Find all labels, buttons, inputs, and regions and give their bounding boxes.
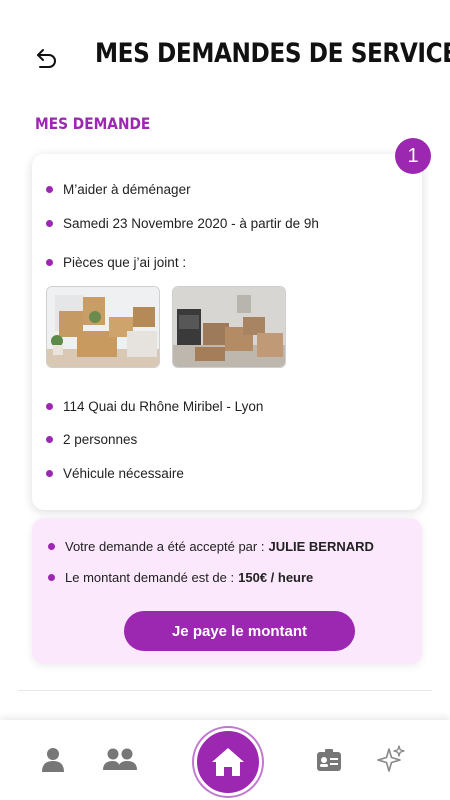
back-button[interactable] bbox=[30, 42, 64, 76]
bullet-dot bbox=[46, 186, 53, 193]
accepted-text: Votre demande a été accepté par : bbox=[65, 539, 265, 554]
nav-sparkles-button[interactable] bbox=[376, 744, 406, 774]
header: MES DEMANDES DE SERVICE bbox=[0, 30, 450, 86]
request-service: M’aider à déménager bbox=[63, 182, 191, 197]
request-date: Samedi 23 Novembre 2020 - à partir de 9h bbox=[63, 216, 319, 231]
request-people: 2 personnes bbox=[63, 432, 138, 447]
room-boxes-image bbox=[173, 287, 285, 367]
bullet-dot bbox=[48, 574, 55, 581]
request-service-item: M’aider à déménager bbox=[46, 182, 191, 197]
request-address: 114 Quai du Rhône Miribel - Lyon bbox=[63, 399, 264, 414]
request-address-item: 114 Quai du Rhône Miribel - Lyon bbox=[46, 399, 263, 414]
nav-group-button[interactable] bbox=[102, 744, 138, 774]
request-vehicle: Véhicule nécessaire bbox=[63, 466, 184, 481]
attachment-photo-2[interactable] bbox=[172, 286, 286, 368]
id-card-icon bbox=[317, 749, 341, 771]
sparkles-icon bbox=[377, 745, 405, 772]
page-title: MES DEMANDES DE SERVICE bbox=[95, 38, 450, 69]
accepted-by-item: Votre demande a été accepté par : JULIE … bbox=[48, 539, 374, 554]
attachments-label-item: Pièces que j’ai joint : bbox=[46, 255, 186, 270]
attachment-photo-1[interactable] bbox=[46, 286, 160, 368]
group-icon bbox=[103, 748, 137, 770]
amount-value: 150€ / heure bbox=[238, 570, 314, 585]
request-vehicle-item: Véhicule nécessaire bbox=[46, 466, 184, 481]
request-people-item: 2 personnes bbox=[46, 432, 137, 447]
bullet-dot bbox=[46, 403, 53, 410]
request-date-item: Samedi 23 Novembre 2020 - à partir de 9h bbox=[46, 216, 319, 231]
accepted-by-name: JULIE BERNARD bbox=[268, 539, 374, 554]
bullet-dot bbox=[46, 259, 53, 266]
pay-amount-button[interactable]: Je paye le montant bbox=[124, 611, 355, 651]
section-title: MES DEMANDE bbox=[35, 114, 151, 133]
amount-text: Le montant demandé est de : bbox=[65, 570, 235, 585]
bullet-dot bbox=[46, 436, 53, 443]
nav-home-button[interactable] bbox=[194, 728, 262, 796]
user-icon bbox=[42, 748, 64, 772]
amount-item: Le montant demandé est de : 150€ / heure bbox=[48, 570, 313, 585]
request-count-badge: 1 bbox=[395, 138, 431, 174]
bullet-dot bbox=[48, 543, 55, 550]
divider bbox=[18, 690, 432, 691]
moving-boxes-image bbox=[47, 287, 159, 367]
nav-profile-button[interactable] bbox=[38, 744, 68, 774]
home-icon bbox=[212, 748, 244, 776]
nav-id-card-button[interactable] bbox=[314, 746, 344, 774]
attachments-label: Pièces que j’ai joint : bbox=[63, 255, 187, 270]
bullet-dot bbox=[46, 470, 53, 477]
bullet-dot bbox=[46, 220, 53, 227]
back-arrow-icon bbox=[37, 49, 56, 68]
